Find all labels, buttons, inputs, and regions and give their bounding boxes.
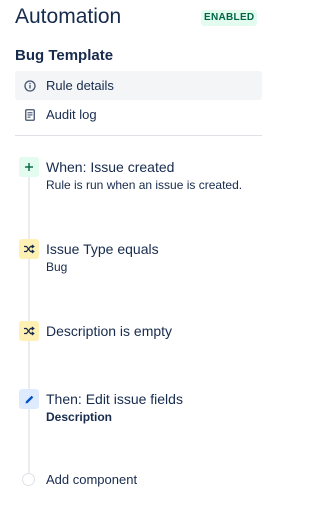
plus-icon: [19, 157, 39, 177]
add-component-button[interactable]: Add component: [22, 472, 137, 487]
step-subtitle: Description: [46, 410, 113, 424]
nav-item-label: Audit log: [46, 107, 97, 122]
step-title: Description is empty: [46, 323, 173, 339]
step-title: Issue Type equals: [46, 241, 159, 257]
nav-item-audit-log[interactable]: Audit log: [15, 100, 262, 129]
header: Automation ENABLED: [15, 4, 295, 32]
rule-name: Bug Template: [15, 47, 114, 64]
document-icon: [23, 108, 37, 122]
pencil-icon: [19, 389, 39, 409]
step-title: Then: Edit issue fields: [46, 391, 183, 407]
add-circle-icon: [22, 473, 35, 486]
page-title: Automation: [15, 5, 122, 28]
rule-step-condition[interactable]: Issue Type equals Bug: [19, 239, 279, 277]
add-component-label: Add component: [46, 472, 138, 487]
divider: [15, 135, 262, 136]
rule-step-action[interactable]: Then: Edit issue fields Description: [19, 389, 279, 427]
nav-item-rule-details[interactable]: Rule details: [15, 71, 262, 100]
info-icon: [23, 79, 37, 93]
shuffle-icon: [19, 239, 39, 259]
rule-step-condition[interactable]: Description is empty: [19, 321, 279, 343]
rule-step-trigger[interactable]: When: Issue created Rule is run when an …: [19, 157, 279, 195]
status-badge: ENABLED: [201, 10, 258, 26]
shuffle-icon: [19, 321, 39, 341]
step-subtitle: Bug: [46, 260, 68, 274]
nav-item-label: Rule details: [46, 78, 114, 93]
step-title: When: Issue created: [46, 159, 175, 175]
step-subtitle: Rule is run when an issue is created.: [46, 178, 243, 192]
